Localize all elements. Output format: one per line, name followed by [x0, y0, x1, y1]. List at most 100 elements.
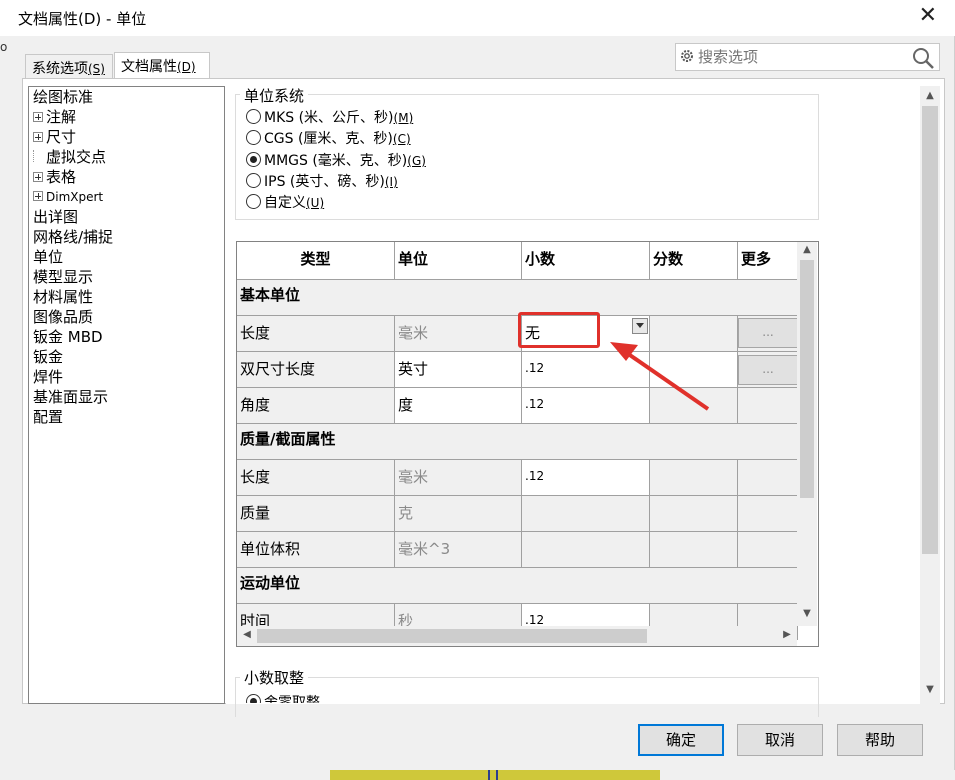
radio-label: 舍零取整: [264, 695, 320, 703]
tree-item-tables[interactable]: 表格: [33, 167, 76, 187]
tab-document-properties[interactable]: 文档属性(D): [114, 52, 210, 78]
close-icon[interactable]: ✕: [919, 5, 937, 27]
search-icon[interactable]: [911, 46, 935, 70]
tree-item-configurations[interactable]: 配置: [33, 407, 63, 427]
tree-item-plane-display[interactable]: 基准面显示: [33, 387, 108, 407]
radio-selected-icon: [246, 152, 261, 167]
expand-icon[interactable]: [33, 112, 43, 122]
radio-label: IPS (英寸、磅、秒): [264, 174, 385, 190]
dual-length-more-button[interactable]: ...: [738, 355, 798, 385]
row-length-type: 长度: [237, 316, 395, 352]
header-decimal: 小数: [522, 242, 650, 280]
row-angle-more: [738, 388, 798, 424]
tree-item-weldments[interactable]: 焊件: [33, 367, 63, 387]
category-tree[interactable]: 绘图标准 注解 尺寸 虚拟交点 表格 DimXpert 出详图 网格线/捕捉 单…: [28, 86, 225, 704]
cancel-button[interactable]: 取消: [737, 724, 823, 756]
tree-item-sheet-metal[interactable]: 钣金: [33, 347, 63, 367]
radio-mmgs[interactable]: MMGS (毫米、克、秒)(G): [246, 150, 426, 170]
grid-scroll-thumb[interactable]: [800, 260, 814, 498]
grid-scroll-left-icon[interactable]: ◀: [237, 629, 257, 640]
row-mass-type: 质量: [237, 496, 395, 532]
help-button[interactable]: 帮助: [837, 724, 923, 756]
radio-custom[interactable]: 自定义(U): [246, 192, 324, 212]
tree-item-virtual-sharps[interactable]: 虚拟交点: [33, 147, 106, 167]
grid-scroll-down-icon[interactable]: ▼: [797, 608, 817, 619]
row-volume-more: [738, 532, 798, 568]
radio-label: MMGS (毫米、克、秒): [264, 153, 408, 169]
tree-item-dimensions[interactable]: 尺寸: [33, 127, 76, 147]
section-motion-units: 运动单位: [237, 568, 798, 604]
radio-label: 自定义: [264, 195, 306, 211]
units-grid: 类型 单位 小数 分数 更多 基本单位 长度 毫米 无 双尺寸长度 英寸 .12…: [236, 241, 819, 647]
title-bar: 文档属性(D) - 单位 ✕: [0, 0, 955, 36]
tree-item-material-properties[interactable]: 材料属性: [33, 287, 93, 307]
grid-vertical-scrollbar[interactable]: ▲ ▼: [797, 242, 817, 626]
expand-icon[interactable]: [33, 172, 43, 182]
radio-key: (U): [306, 196, 325, 210]
grid-scroll-right-icon[interactable]: ▶: [777, 629, 797, 640]
background-text-fragment: o: [0, 40, 8, 54]
tree-item-dimxpert[interactable]: DimXpert: [33, 187, 103, 207]
tree-item-units[interactable]: 单位: [33, 247, 63, 267]
tree-item-annotations[interactable]: 注解: [33, 107, 76, 127]
tree-item-sheet-metal-mbd[interactable]: 钣金 MBD: [33, 327, 103, 347]
radio-key: (G): [407, 154, 426, 168]
tree-item-grid-snap[interactable]: 网格线/捕捉: [33, 227, 113, 247]
tab-system-options[interactable]: 系统选项(S): [25, 54, 113, 78]
row-dual-length-unit[interactable]: 英寸: [395, 352, 522, 388]
radio-label: MKS (米、公斤、秒): [264, 110, 394, 126]
row-mass-length-unit: 毫米: [395, 460, 522, 496]
tree-item-label: 表格: [46, 168, 77, 186]
row-angle-type: 角度: [237, 388, 395, 424]
radio-icon: [246, 194, 261, 209]
tree-line: [33, 150, 43, 162]
row-mass-length-type: 长度: [237, 460, 395, 496]
grid-hscroll-thumb[interactable]: [257, 629, 647, 643]
row-mass-length-fraction: [650, 460, 738, 496]
row-mass-fraction: [650, 496, 738, 532]
scroll-up-icon[interactable]: ▲: [920, 90, 940, 101]
tab-key: (D): [177, 60, 196, 74]
radio-mks[interactable]: MKS (米、公斤、秒)(M): [246, 107, 413, 127]
section-mass-properties: 质量/截面属性: [237, 424, 798, 460]
row-mass-unit: 克: [395, 496, 522, 532]
section-basic-units: 基本单位: [237, 280, 798, 316]
row-angle-unit[interactable]: 度: [395, 388, 522, 424]
tab-label: 文档属性: [121, 59, 177, 75]
row-volume-decimal: [522, 532, 650, 568]
row-length-unit: 毫米: [395, 316, 522, 352]
radio-key: (M): [393, 111, 414, 125]
radio-round-half[interactable]: 舍零取整: [246, 692, 320, 703]
tree-item-image-quality[interactable]: 图像品质: [33, 307, 93, 327]
grid-scroll-up-icon[interactable]: ▲: [797, 244, 817, 255]
unit-system-title: 单位系统: [240, 85, 309, 106]
row-mass-length-decimal[interactable]: .12: [522, 460, 650, 496]
radio-label: CGS (厘米、克、秒): [264, 131, 393, 147]
scroll-thumb[interactable]: [922, 106, 938, 554]
expand-icon[interactable]: [33, 132, 43, 142]
row-mass-more: [738, 496, 798, 532]
radio-ips[interactable]: IPS (英寸、磅、秒)(I): [246, 171, 398, 191]
window-title: 文档属性(D) - 单位: [18, 10, 147, 28]
rounding-title: 小数取整: [240, 667, 309, 688]
row-mass-decimal: [522, 496, 650, 532]
tree-item-detailing[interactable]: 出详图: [33, 207, 78, 227]
header-fraction: 分数: [650, 242, 738, 280]
radio-selected-icon: [246, 694, 261, 703]
content-scrollbar[interactable]: ▲ ▼: [920, 86, 940, 704]
tab-key: (S): [88, 62, 105, 76]
rounding-group: [235, 677, 819, 717]
tree-item-label: 尺寸: [46, 128, 77, 146]
decimal-dropdown-chevron-icon[interactable]: [632, 318, 648, 334]
scroll-down-icon[interactable]: ▼: [920, 684, 940, 695]
tree-item-drafting-standard[interactable]: 绘图标准: [33, 87, 93, 107]
ok-button[interactable]: 确定: [638, 724, 724, 756]
length-more-button[interactable]: ...: [738, 318, 798, 348]
expand-icon[interactable]: [33, 191, 43, 201]
row-volume-fraction: [650, 532, 738, 568]
tree-item-model-display[interactable]: 模型显示: [33, 267, 93, 287]
search-input[interactable]: [698, 46, 908, 68]
radio-icon: [246, 130, 261, 145]
grid-horizontal-scrollbar[interactable]: ◀ ▶: [237, 626, 797, 646]
radio-cgs[interactable]: CGS (厘米、克、秒)(C): [246, 128, 411, 148]
